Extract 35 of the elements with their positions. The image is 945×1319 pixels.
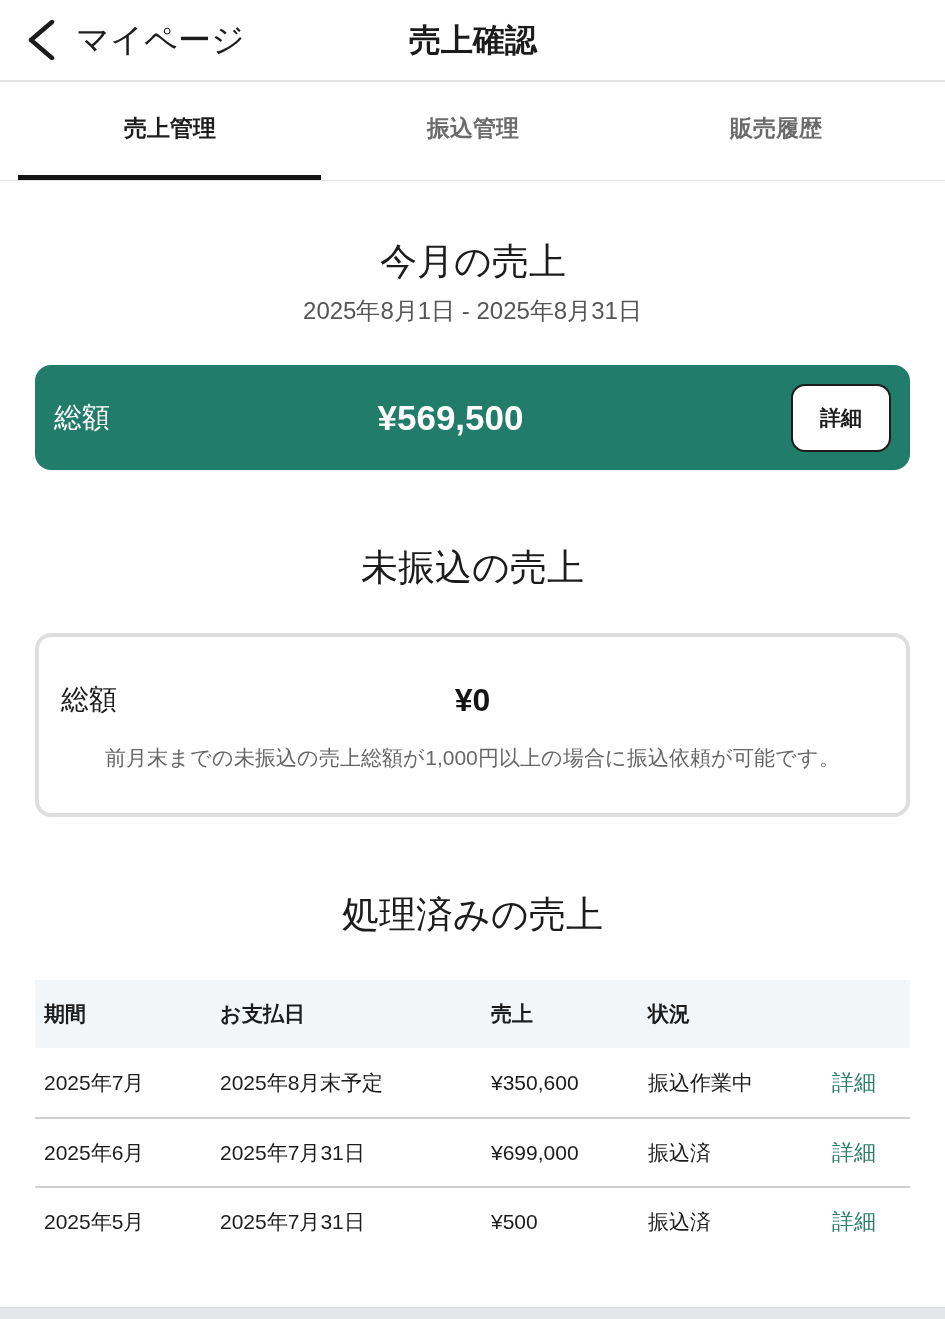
total-amount: ¥0 — [454, 682, 491, 718]
detail-button[interactable]: 詳細 — [791, 383, 891, 452]
table-cell-text: 2025年8月末予定 — [220, 1069, 384, 1096]
total-label: 総額 — [54, 400, 110, 435]
chevron-left-icon — [26, 20, 56, 60]
detail-link[interactable]: 詳細 — [832, 1136, 876, 1169]
table-cell-text: 振込済 — [648, 1208, 711, 1235]
table-cell-text: ¥350,600 — [491, 1069, 579, 1096]
table-cell-text: 2025年5月 — [44, 1208, 145, 1235]
detail-link[interactable]: 詳細 — [832, 1205, 876, 1238]
table-cell-text: 振込作業中 — [648, 1069, 753, 1096]
column-header: 期間 — [44, 1001, 86, 1028]
section-heading: 処理済みの売上 — [341, 893, 604, 937]
page-title: 売上確認 — [408, 20, 537, 60]
column-header: 状況 — [648, 1001, 690, 1028]
tab[interactable]: 販売履歴 — [624, 82, 927, 180]
table-cell-text: 振込済 — [648, 1139, 711, 1166]
column-header: 売上 — [491, 1001, 533, 1028]
section-heading: 未振込の売上 — [360, 546, 585, 590]
detail-link[interactable]: 詳細 — [832, 1066, 876, 1099]
table-cell-text: 2025年7月 — [44, 1069, 145, 1096]
tab[interactable]: 売上管理 — [18, 82, 321, 180]
date-range: 2025年8月1日 - 2025年8月31日 — [302, 296, 643, 326]
tab[interactable]: 振込管理 — [321, 82, 624, 180]
section-heading: 今月の売上 — [378, 240, 567, 284]
column-header: お支払日 — [220, 1001, 305, 1028]
table-cell-text: 2025年6月 — [44, 1139, 145, 1166]
note-text: 前月末までの未振込の売上総額が1,000円以上の場合に振込依頼が可能です。 — [104, 745, 841, 771]
total-amount: ¥569,500 — [377, 396, 524, 439]
back-button[interactable]: マイページ — [24, 20, 245, 60]
table-cell-text: ¥500 — [491, 1208, 538, 1235]
table-cell-text: 2025年7月31日 — [220, 1208, 365, 1235]
table-cell-text: ¥699,000 — [491, 1139, 579, 1166]
total-label: 総額 — [61, 683, 117, 717]
table-cell-text: 2025年7月31日 — [220, 1139, 365, 1166]
